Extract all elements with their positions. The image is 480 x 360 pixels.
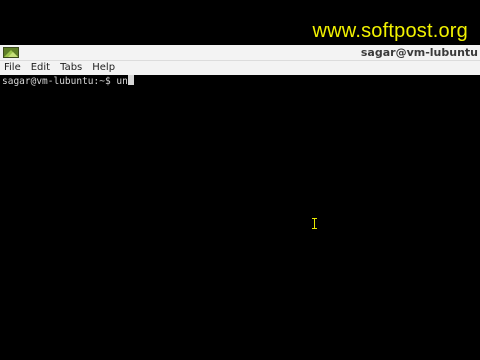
terminal-area[interactable]: sagar@vm-lubuntu:~$ un — [0, 75, 480, 340]
terminal-app-icon — [3, 47, 19, 58]
menu-tabs[interactable]: Tabs — [56, 61, 88, 75]
typed-command: un — [116, 76, 128, 87]
watermark-url: www.softpost.org — [312, 20, 468, 42]
shell-prompt: sagar@vm-lubuntu:~$ — [2, 76, 117, 87]
menu-help[interactable]: Help — [88, 61, 121, 75]
menu-file[interactable]: File — [0, 61, 27, 75]
menu-edit[interactable]: Edit — [27, 61, 56, 75]
menu-bar: File Edit Tabs Help — [0, 61, 480, 75]
letterbox-bottom — [0, 340, 480, 360]
terminal-window: sagar@vm-lubuntu File Edit Tabs Help sag… — [0, 45, 480, 340]
title-bar[interactable]: sagar@vm-lubuntu — [0, 45, 480, 61]
text-cursor — [127, 75, 134, 85]
i-beam-cursor-icon — [312, 218, 317, 229]
window-title: sagar@vm-lubuntu — [360, 46, 478, 59]
command-line: sagar@vm-lubuntu:~$ un — [2, 75, 134, 88]
